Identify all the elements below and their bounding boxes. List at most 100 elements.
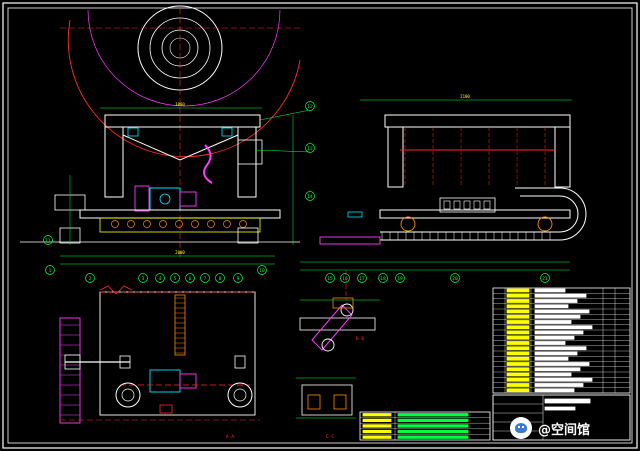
- title-field-2: [544, 406, 576, 411]
- base-bolt-3: [159, 220, 167, 228]
- base-bolt-1: [127, 220, 135, 228]
- info-value-3: [397, 429, 469, 434]
- sub-wheel-right: [333, 394, 347, 410]
- callout-front-text-6: 6: [189, 276, 192, 282]
- roller-left: [127, 127, 139, 137]
- callout-side-text-17: 17: [359, 276, 365, 282]
- side-gear-1: [453, 200, 461, 210]
- info-value-2: [397, 424, 469, 428]
- side-left-post: [387, 126, 404, 188]
- coupling: [134, 185, 150, 212]
- chat-bubble-icon: [510, 417, 532, 439]
- callout-front-text-13: 13: [307, 146, 313, 152]
- base-bolt-0: [111, 220, 119, 228]
- side-bracket: [237, 139, 263, 165]
- info-value-1: [397, 418, 469, 423]
- plan-break-zigzag: [99, 285, 133, 295]
- parts-name-8: [534, 330, 584, 335]
- motor-body: [149, 187, 181, 211]
- callout-side-text-18: 18: [380, 276, 386, 282]
- callout-front-text-3: 3: [142, 276, 145, 282]
- base-bolt-2: [143, 220, 151, 228]
- parts-name-9: [534, 335, 575, 340]
- right-pedestal: [237, 227, 259, 244]
- callout-front-text-11: 11: [45, 238, 51, 244]
- callout-front-text-9: 9: [237, 276, 240, 282]
- parts-name-19: [534, 388, 575, 393]
- gearbox: [179, 191, 197, 207]
- info-value-0: [397, 413, 469, 417]
- side-wheel-right: [537, 216, 553, 232]
- parts-code-3: [506, 304, 530, 309]
- sub-wheel-left: [307, 394, 321, 410]
- plan-frame: [99, 291, 256, 416]
- side-right-post: [554, 126, 571, 188]
- callout-front-text-10: 10: [259, 268, 265, 274]
- side-gear-2: [463, 200, 471, 210]
- side-gear-4: [483, 200, 491, 210]
- info-label-4: [362, 435, 392, 439]
- side-ramp: [319, 236, 381, 245]
- side-top-beam: [384, 114, 571, 128]
- parts-name-3: [534, 304, 569, 309]
- dim-text-bottom: 2000: [175, 250, 185, 255]
- plan-motor: [149, 369, 181, 393]
- roller-right: [221, 127, 233, 137]
- callout-front-text-5: 5: [174, 276, 177, 282]
- plan-bearing-right: [234, 355, 246, 369]
- parts-code-17: [506, 377, 530, 382]
- ladder-rails: [59, 317, 81, 424]
- side-gear-3: [473, 200, 481, 210]
- parts-code-9: [506, 335, 530, 340]
- parts-code-13: [506, 356, 530, 361]
- parts-name-0: [534, 288, 566, 293]
- base-bolt-7: [223, 220, 231, 228]
- dim-text-top: 1000: [175, 102, 185, 107]
- detail-section-label: B-B: [356, 336, 364, 342]
- watermark-text: @空间馆: [538, 422, 591, 438]
- callout-front-text-8: 8: [219, 276, 222, 282]
- hydraulic-hose: [202, 144, 213, 184]
- callout-side-text-19: 19: [397, 276, 403, 282]
- side-gear-0: [443, 200, 451, 210]
- parts-code-14: [506, 362, 530, 366]
- callout-side-text-16: 16: [342, 276, 348, 282]
- parts-name-4: [534, 309, 590, 314]
- parts-name-6: [534, 320, 572, 324]
- base-bolt-5: [191, 220, 199, 228]
- parts-code-11: [506, 346, 530, 351]
- callout-side-text-21: 21: [542, 276, 548, 282]
- plan-wheel-right-hub: [233, 388, 247, 402]
- plan-gearbox: [179, 373, 197, 389]
- callout-front-text-1: 1: [49, 268, 52, 274]
- parts-code-4: [506, 309, 530, 314]
- info-label-2: [362, 424, 392, 428]
- callout-side-text-15: 15: [327, 276, 333, 282]
- parts-code-15: [506, 367, 530, 372]
- parts-name-1: [534, 293, 587, 298]
- watermark-badge: @空间馆: [510, 413, 630, 443]
- callout-front-text-4: 4: [159, 276, 162, 282]
- parts-name-14: [534, 362, 590, 366]
- detail-arm: [311, 304, 353, 351]
- title-field-1: [544, 398, 591, 404]
- sub-assembly-frame: [301, 384, 353, 416]
- plan-wheel-left-hub: [121, 388, 135, 402]
- coil-arc-inner: [87, 9, 281, 107]
- cradle-top: [104, 114, 261, 128]
- parts-code-18: [506, 383, 530, 387]
- callout-front-text-14: 14: [307, 194, 313, 200]
- callout-front-text-2: 2: [89, 276, 92, 282]
- parts-code-8: [506, 330, 530, 335]
- parts-name-7: [534, 325, 593, 330]
- base-bolt-8: [239, 220, 247, 228]
- parts-name-15: [534, 367, 581, 372]
- parts-code-12: [506, 351, 530, 356]
- plan-wheel-right: [227, 382, 253, 408]
- parts-name-2: [534, 299, 578, 303]
- parts-name-11: [534, 346, 587, 351]
- side-dim-text: 2100: [460, 94, 470, 99]
- parts-code-0: [506, 288, 530, 293]
- side-track-outer: [380, 195, 579, 233]
- rack: [174, 294, 186, 356]
